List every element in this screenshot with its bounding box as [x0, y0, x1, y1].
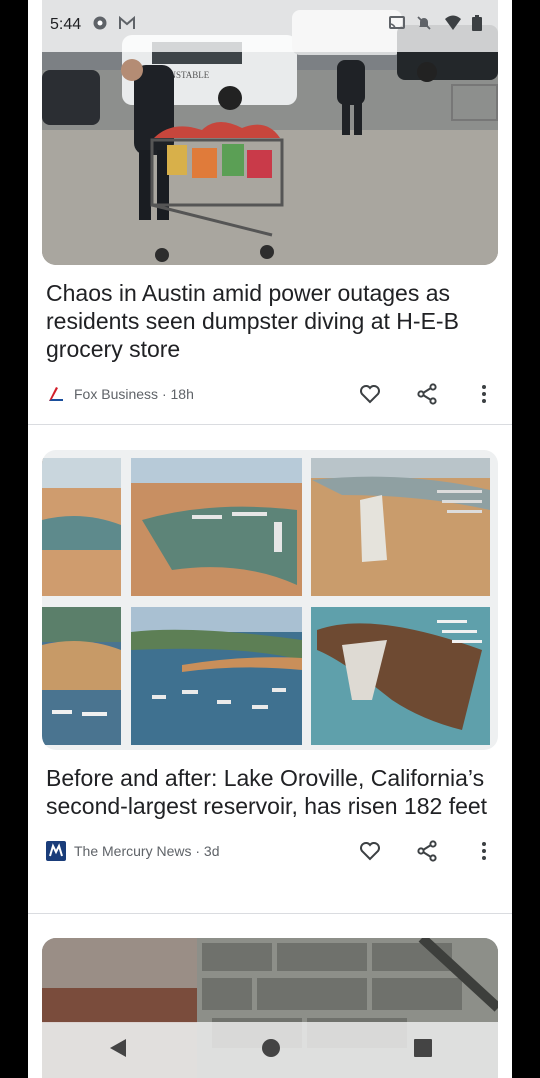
fox-business-logo-icon — [46, 384, 66, 404]
mercury-news-logo-icon — [46, 841, 66, 861]
status-time: 5:44 — [50, 16, 82, 33]
bell-off-icon — [416, 15, 434, 33]
share-icon[interactable] — [415, 382, 439, 406]
back-icon[interactable] — [108, 1037, 128, 1064]
more-vert-icon[interactable] — [472, 382, 496, 406]
article-headline[interactable]: Before and after: Lake Oroville, Califor… — [46, 764, 494, 820]
article-headline[interactable]: Chaos in Austin amid power outages as re… — [46, 279, 494, 363]
meta-separator: · — [195, 843, 204, 859]
article-card[interactable]: Before and after: Lake Oroville, Califor… — [42, 450, 498, 866]
heart-icon[interactable] — [358, 839, 382, 863]
app-notification-icon — [92, 15, 110, 33]
home-icon[interactable] — [261, 1038, 281, 1063]
article-age: 18h — [170, 386, 194, 402]
card-divider — [28, 424, 512, 425]
meta-separator: · — [161, 386, 171, 402]
status-bar: 5:44 — [28, 0, 512, 52]
feed-screen: 5:44 CONSTABLE Chaos in Austin amid powe… — [28, 0, 512, 1078]
cast-icon — [388, 15, 406, 33]
system-nav-bar — [42, 1022, 498, 1078]
recents-icon[interactable] — [413, 1038, 432, 1062]
article-age: 3d — [203, 843, 220, 859]
article-meta: The Mercury News · 3d — [42, 836, 498, 866]
share-icon[interactable] — [415, 839, 439, 863]
battery-icon — [472, 15, 490, 33]
wifi-icon — [444, 15, 462, 33]
article-source[interactable]: Fox Business — [74, 386, 158, 402]
article-photo[interactable] — [42, 450, 498, 750]
article-source[interactable]: The Mercury News — [74, 843, 191, 859]
card-divider — [28, 913, 512, 914]
article-card[interactable]: CONSTABLE Chaos in Austin amid power out… — [42, 0, 498, 409]
heart-icon[interactable] — [358, 382, 382, 406]
article-meta: Fox Business · 18h — [42, 379, 498, 409]
gmail-icon — [118, 15, 136, 33]
more-vert-icon[interactable] — [472, 839, 496, 863]
